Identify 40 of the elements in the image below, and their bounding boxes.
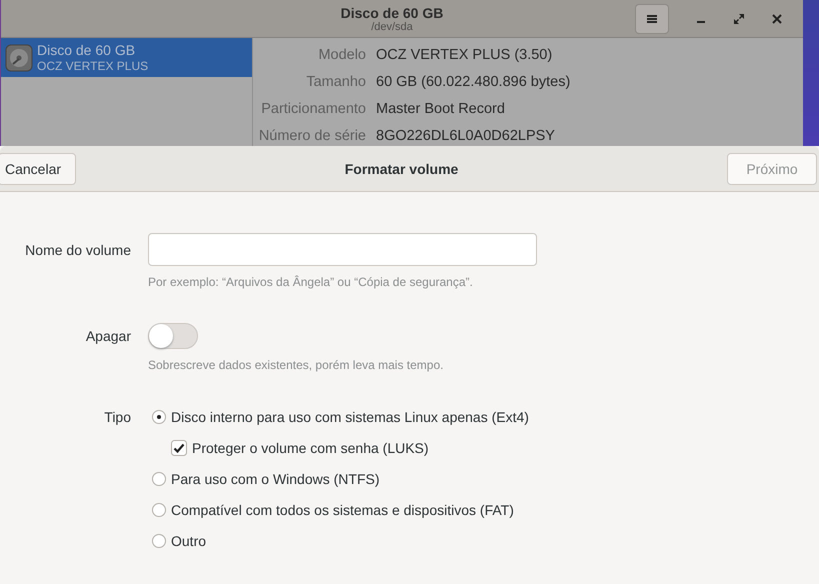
disk-model: OCZ VERTEX PLUS bbox=[37, 58, 148, 74]
maximize-icon[interactable] bbox=[733, 12, 745, 24]
hint-text: Sobrescreve dados existentes, porém leva mais tempo. bbox=[148, 358, 444, 372]
menu-icon bbox=[646, 12, 658, 24]
close-icon[interactable] bbox=[771, 12, 783, 24]
checkbox[interactable] bbox=[171, 440, 187, 456]
menu-button[interactable] bbox=[635, 4, 669, 34]
radio-option[interactable]: Disco interno para uso com sistemas Linux apenas (Ext4) bbox=[152, 408, 529, 426]
detail-label: Número de série bbox=[258, 128, 366, 144]
window-subtitle: /dev/sda bbox=[371, 20, 413, 32]
radio-button[interactable] bbox=[152, 534, 166, 548]
detail-label: Modelo bbox=[317, 47, 366, 63]
detail-value: OCZ VERTEX PLUS (3.50) bbox=[376, 47, 552, 63]
detail-value: 60 GB (60.022.480.896 bytes) bbox=[376, 74, 570, 90]
option-label: Disco interno para uso com sistemas Linux apenas (Ext4) bbox=[171, 409, 529, 425]
radio-option[interactable]: Compatível com todos os sistemas e dispositivos (FAT) bbox=[152, 501, 529, 519]
radio-button[interactable] bbox=[152, 410, 166, 424]
detail-value: Master Boot Record bbox=[376, 101, 505, 117]
radio-option[interactable]: Outro bbox=[152, 532, 529, 550]
volume-name-field[interactable] bbox=[148, 233, 537, 266]
radio-button[interactable] bbox=[152, 503, 166, 517]
hint-text: Por exemplo: “Arquivos da Ângela” ou “Cópia de segurança”. bbox=[148, 275, 474, 289]
detail-label: Tamanho bbox=[305, 74, 366, 90]
option-label: Compatível com todos os sistemas e dispositivos (FAT) bbox=[171, 502, 514, 518]
erase-switch[interactable] bbox=[148, 323, 198, 349]
radio-button[interactable] bbox=[152, 472, 166, 486]
checkbox-option[interactable]: Proteger o volume com senha (LUKS) bbox=[171, 439, 529, 457]
disk-name: Disco de 60 GB bbox=[37, 42, 136, 58]
field-label: Nome do volume bbox=[24, 241, 131, 260]
dialog-title: Formatar volume bbox=[344, 160, 458, 176]
option-label: Para uso com o Windows (NTFS) bbox=[171, 471, 380, 487]
option-label: Outro bbox=[171, 533, 206, 549]
field-label: Apagar bbox=[84, 327, 131, 346]
detail-value: 8GO226DL6L0A0D62LPSY bbox=[376, 128, 555, 144]
radio-option[interactable]: Para uso com o Windows (NTFS) bbox=[152, 470, 529, 488]
window-title: Disco de 60 GB bbox=[340, 4, 444, 20]
field-label: Tipo bbox=[103, 408, 131, 427]
detail-label: Particionamento bbox=[260, 101, 366, 117]
option-label: Proteger o volume com senha (LUKS) bbox=[192, 440, 429, 456]
cancel-button[interactable]: Cancelar bbox=[0, 152, 76, 184]
